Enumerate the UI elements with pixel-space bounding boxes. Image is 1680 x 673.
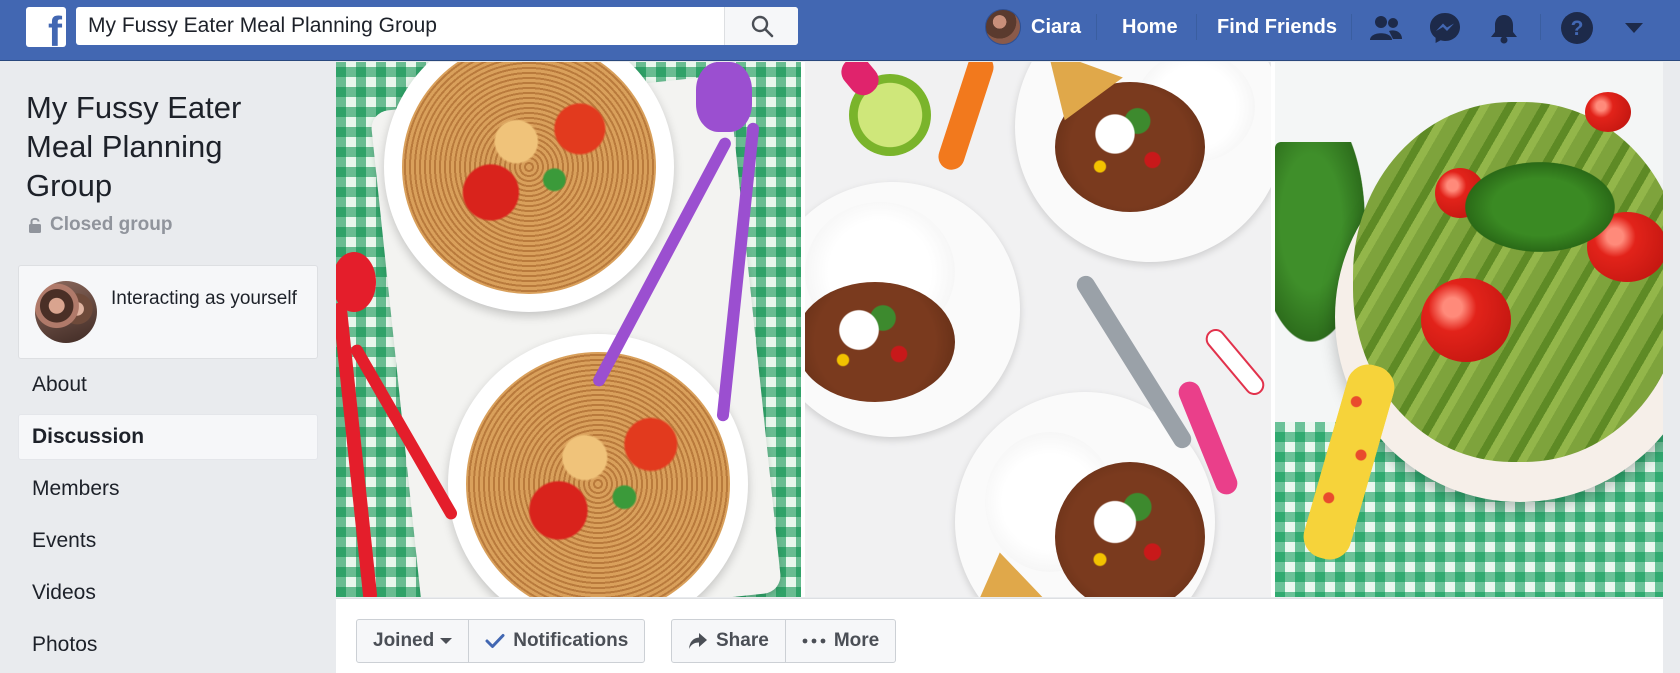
notifications-label: Notifications (513, 630, 629, 651)
sidebar-item-discussion[interactable]: Discussion (18, 414, 318, 460)
share-button[interactable]: Share (672, 620, 785, 662)
top-navigation-bar: f My Fussy Eater Meal Planning Group Cia… (0, 0, 1680, 61)
search-icon (751, 15, 773, 38)
search-button[interactable] (724, 7, 798, 45)
share-arrow-icon (689, 633, 707, 649)
more-button[interactable]: More (784, 620, 895, 662)
chili-plate (1015, 62, 1271, 262)
chopstick-helper-purple (696, 62, 752, 132)
home-link[interactable]: Home (1122, 7, 1178, 47)
interacting-as-switcher[interactable]: Interacting as yourself (18, 265, 318, 359)
nav-divider (1540, 14, 1541, 40)
search-bar[interactable]: My Fussy Eater Meal Planning Group (76, 7, 798, 45)
chevron-down-icon (440, 638, 453, 644)
joined-button[interactable]: Joined (357, 620, 468, 662)
dotted-spoon-handle (1201, 324, 1269, 400)
share-more-button-group: Share More (671, 619, 897, 663)
checkmark-icon (485, 634, 505, 648)
cover-photo-noodles (336, 62, 801, 597)
privacy-label: Closed group (50, 214, 173, 235)
profile-name: Ciara (1031, 15, 1082, 38)
orange-spoon (935, 62, 997, 174)
joined-label: Joined (373, 630, 435, 651)
pesto-pasta (1353, 102, 1663, 462)
messenger-icon[interactable] (1425, 8, 1465, 48)
group-title[interactable]: My Fussy Eater Meal Planning Group (26, 88, 316, 205)
find-friends-link[interactable]: Find Friends (1217, 7, 1337, 47)
sidebar-item-videos[interactable]: Videos (18, 570, 318, 616)
profile-link[interactable]: Ciara (985, 7, 1081, 47)
group-cover-photo[interactable] (336, 62, 1663, 597)
basil-garnish (1465, 162, 1615, 252)
group-action-bar: Joined Notifications Share More (336, 598, 1663, 673)
nav-divider (1096, 14, 1097, 40)
sidebar-item-members[interactable]: Members (18, 466, 318, 512)
notifications-bell-icon[interactable] (1484, 8, 1524, 48)
sidebar-item-events[interactable]: Events (18, 518, 318, 564)
cover-photo-chili (805, 62, 1271, 597)
friend-requests-icon[interactable] (1366, 8, 1406, 48)
svg-text:?: ? (1571, 17, 1584, 40)
account-menu-caret-icon[interactable] (1614, 8, 1654, 48)
interacting-as-label: Interacting as yourself (111, 288, 297, 309)
share-label: Share (716, 630, 769, 651)
lock-icon (29, 217, 41, 233)
more-label: More (833, 630, 880, 651)
notifications-button[interactable]: Notifications (468, 620, 644, 662)
sidebar-item-about[interactable]: About (18, 362, 318, 408)
membership-button-group: Joined Notifications (356, 619, 646, 663)
more-dots-icon (802, 638, 826, 644)
search-input[interactable]: My Fussy Eater Meal Planning Group (88, 7, 437, 45)
avatar (35, 281, 97, 343)
nav-divider (1196, 14, 1197, 40)
avatar (985, 9, 1021, 45)
help-icon[interactable]: ? (1557, 8, 1597, 48)
nav-divider (1351, 14, 1352, 40)
group-privacy: Closed group (28, 214, 172, 236)
chili-plate (805, 182, 1020, 437)
facebook-logo-icon[interactable]: f (26, 7, 66, 47)
group-sidebar: My Fussy Eater Meal Planning Group Close… (0, 62, 336, 673)
sidebar-item-photos[interactable]: Photos (18, 622, 318, 668)
cherry-tomato (1585, 92, 1631, 132)
cover-photo-pesto-pasta (1275, 62, 1663, 597)
cherry-tomato (1421, 278, 1511, 362)
